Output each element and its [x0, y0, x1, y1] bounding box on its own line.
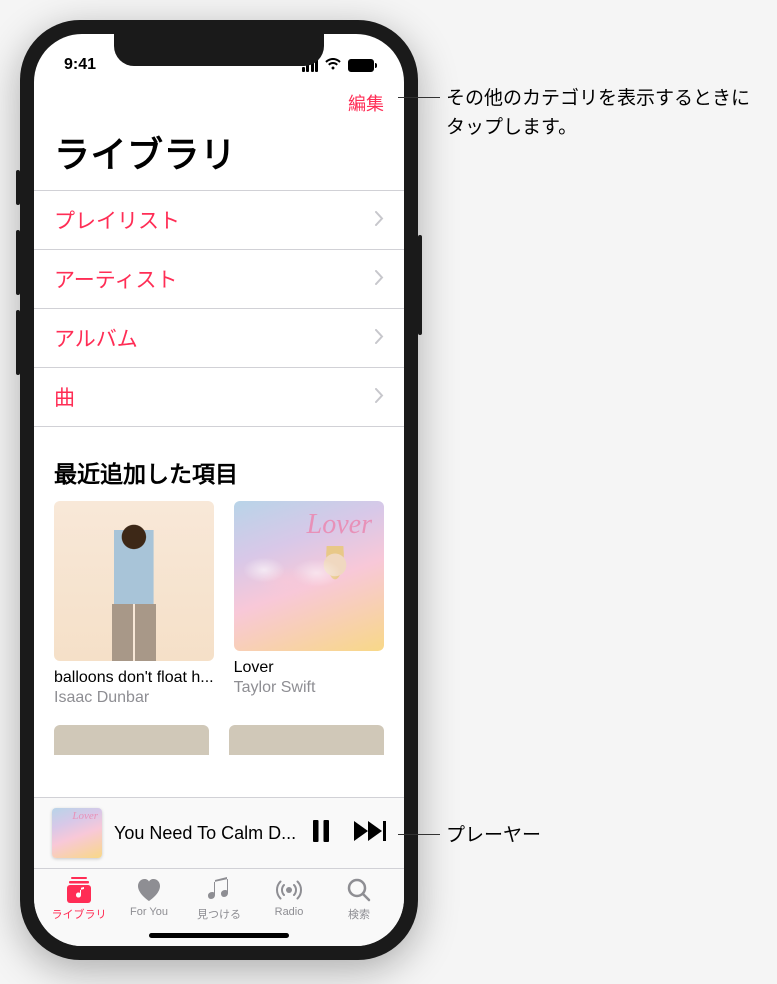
cover-text: Lover	[307, 509, 372, 541]
album-artwork	[54, 501, 214, 661]
category-label: アルバム	[54, 323, 138, 353]
tab-search[interactable]: 検索	[324, 877, 394, 922]
album-grid-row2	[34, 725, 404, 755]
album-artwork	[54, 725, 209, 755]
music-note-icon	[205, 877, 233, 903]
tab-label: ライブラリ	[52, 906, 107, 922]
now-playing-artwork: Lover	[52, 808, 102, 858]
radio-icon	[275, 877, 303, 903]
chevron-right-icon	[375, 387, 384, 408]
album-card[interactable]: balloons don't float h... Isaac Dunbar	[54, 501, 214, 707]
album-grid: balloons don't float h... Isaac Dunbar L…	[34, 501, 404, 707]
main-content[interactable]: プレイリスト アーティスト アルバム 曲 最近追加した項目	[34, 190, 404, 797]
page-title: ライブラリ	[34, 120, 404, 190]
tab-label: For You	[130, 906, 168, 918]
heart-icon	[135, 877, 163, 903]
callout-annotations: その他のカテゴリを表示するときにタップします。 プレーヤー	[428, 20, 757, 851]
tab-library[interactable]: ライブラリ	[44, 877, 114, 922]
battery-icon	[348, 59, 374, 72]
album-artwork	[229, 725, 384, 755]
tab-for-you[interactable]: For You	[114, 877, 184, 922]
wifi-icon	[324, 56, 342, 75]
category-label: 曲	[54, 382, 75, 412]
tab-label: Radio	[275, 906, 304, 918]
category-label: アーティスト	[54, 264, 177, 294]
chevron-right-icon	[375, 210, 384, 231]
tab-label: 見つける	[197, 906, 241, 922]
now-playing-bar[interactable]: Lover You Need To Calm D...	[34, 797, 404, 868]
mute-switch	[16, 170, 20, 205]
volume-down-button	[16, 310, 20, 375]
album-artist: Taylor Swift	[234, 679, 384, 697]
chevron-right-icon	[375, 328, 384, 349]
home-indicator[interactable]	[34, 924, 404, 946]
now-playing-title: You Need To Calm D...	[114, 823, 300, 844]
album-title: Lover	[234, 659, 384, 677]
side-button	[418, 235, 422, 335]
category-artists[interactable]: アーティスト	[34, 250, 404, 309]
iphone-frame: 9:41 編集 ライブラリ プレイリスト	[20, 20, 418, 960]
volume-up-button	[16, 230, 20, 295]
playback-controls	[312, 820, 386, 847]
cover-text: Lover	[72, 810, 98, 822]
tab-label: 検索	[348, 906, 370, 922]
pause-button[interactable]	[312, 820, 330, 847]
category-list: プレイリスト アーティスト アルバム 曲	[34, 190, 404, 427]
recently-added-header: 最近追加した項目	[34, 427, 404, 501]
screen: 9:41 編集 ライブラリ プレイリスト	[34, 34, 404, 946]
tab-bar: ライブラリ For You 見つける Radio	[34, 868, 404, 924]
album-card[interactable]	[54, 725, 209, 755]
callout-player: プレーヤー	[428, 822, 757, 851]
category-label: プレイリスト	[54, 205, 180, 235]
nav-bar: 編集	[34, 82, 404, 120]
album-card[interactable]	[229, 725, 384, 755]
album-title: balloons don't float h...	[54, 669, 214, 687]
edit-button[interactable]: 編集	[348, 90, 384, 116]
category-songs[interactable]: 曲	[34, 368, 404, 427]
search-icon	[345, 877, 373, 903]
album-card[interactable]: Lover Lover Taylor Swift	[234, 501, 384, 707]
next-track-button[interactable]	[354, 821, 386, 846]
album-artwork: Lover	[234, 501, 384, 651]
status-time: 9:41	[64, 56, 96, 74]
callout-edit: その他のカテゴリを表示するときにタップします。	[428, 85, 757, 142]
tab-radio[interactable]: Radio	[254, 877, 324, 922]
library-icon	[65, 877, 93, 903]
category-albums[interactable]: アルバム	[34, 309, 404, 368]
album-artist: Isaac Dunbar	[54, 689, 214, 707]
category-playlists[interactable]: プレイリスト	[34, 191, 404, 250]
notch	[114, 34, 324, 66]
chevron-right-icon	[375, 269, 384, 290]
tab-browse[interactable]: 見つける	[184, 877, 254, 922]
